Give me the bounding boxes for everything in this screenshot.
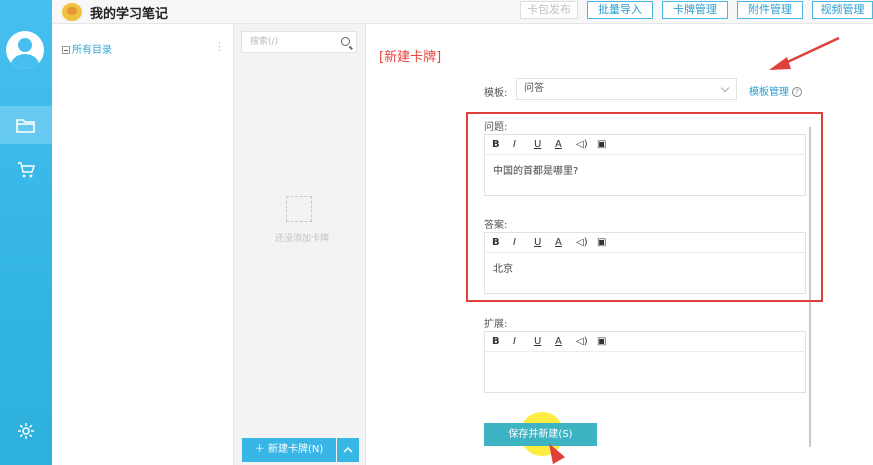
search-icon[interactable]: [341, 37, 350, 46]
audio-icon[interactable]: ◁): [576, 336, 597, 347]
annotation-highlight-box: [466, 112, 823, 302]
italic-icon[interactable]: I: [513, 336, 534, 347]
cart-icon: [18, 162, 36, 178]
card-list-panel: 搜索(/) 还没添加卡牌 ＋ 新建卡牌(N): [234, 24, 366, 465]
extension-toolbar: B I U A ◁) ▣: [485, 332, 805, 352]
image-icon[interactable]: ▣: [597, 336, 618, 347]
bulk-import-button[interactable]: 批量导入: [587, 1, 653, 19]
top-header: 我的学习笔记 卡包发布 批量导入 卡牌管理 附件管理 视频管理: [52, 0, 873, 24]
empty-state-text: 还没添加卡牌: [274, 234, 329, 244]
new-card-button[interactable]: ＋ 新建卡牌(N): [242, 438, 336, 462]
save-and-new-button[interactable]: 保存并新建(S): [484, 423, 597, 446]
chevron-up-icon: [343, 446, 353, 453]
annotation-arrow-icon: [769, 36, 840, 70]
publish-pack-button[interactable]: 卡包发布: [520, 1, 578, 19]
extension-label: 扩展:: [484, 319, 508, 330]
extension-editor[interactable]: B I U A ◁) ▣: [484, 331, 806, 393]
app-title: 我的学习笔记: [90, 7, 169, 22]
editor-title: [新建卡牌]: [379, 50, 442, 65]
underline-icon[interactable]: U: [534, 336, 555, 347]
directory-tree-panel: 所有目录 ⋮: [52, 24, 234, 465]
empty-card-icon: [286, 196, 312, 222]
search-input[interactable]: 搜索(/): [241, 31, 357, 53]
tree-more-icon[interactable]: ⋮: [214, 40, 225, 53]
gear-icon: [18, 423, 34, 439]
tree-root-all[interactable]: 所有目录: [62, 41, 112, 56]
folder-icon: [16, 119, 35, 133]
avatar[interactable]: [6, 31, 44, 69]
sidebar-item-settings[interactable]: [0, 412, 52, 450]
new-card-dropdown[interactable]: [337, 438, 359, 462]
template-label: 模板:: [484, 88, 508, 99]
chevron-down-icon: [720, 83, 730, 93]
template-select[interactable]: 问答: [516, 78, 737, 100]
video-manage-button[interactable]: 视频管理: [812, 1, 873, 19]
sidebar-item-notes[interactable]: [0, 106, 52, 144]
collapse-icon[interactable]: [62, 46, 70, 54]
bold-icon[interactable]: B: [492, 336, 513, 347]
help-icon[interactable]: ?: [792, 87, 802, 97]
font-color-icon[interactable]: A: [555, 336, 576, 347]
extension-text[interactable]: [485, 352, 805, 366]
template-manage-link[interactable]: 模板管理?: [749, 83, 802, 98]
card-manage-button[interactable]: 卡牌管理: [662, 1, 728, 19]
left-rail: [0, 0, 52, 465]
card-editor-panel: [新建卡牌] 模板: 问答 模板管理? 问题: B I U A ◁) ▣ 中国的首都是哪里…: [367, 24, 873, 465]
sidebar-item-store[interactable]: [0, 151, 52, 189]
attachment-manage-button[interactable]: 附件管理: [737, 1, 803, 19]
app-logo-icon: [62, 3, 82, 21]
